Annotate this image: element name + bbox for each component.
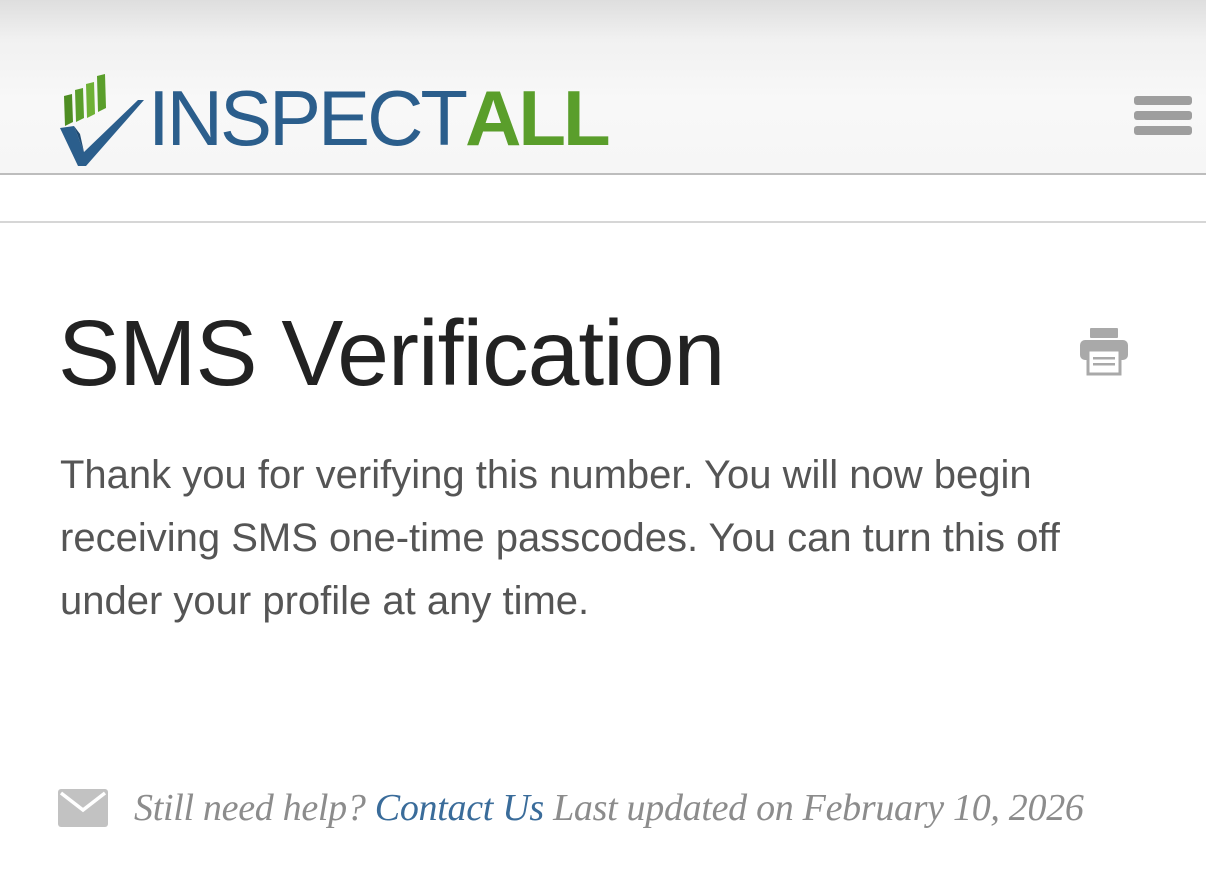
checkmark-bars-logo-icon <box>60 74 144 166</box>
logo-wordmark: INSPECTALL <box>148 79 611 157</box>
printer-icon-graphic <box>1080 328 1128 376</box>
footer-help-text: Still need help? Contact Us Last updated… <box>134 786 1084 830</box>
menu-bar <box>1134 96 1192 105</box>
inspectall-logo[interactable]: INSPECTALL <box>58 74 611 166</box>
help-prefix: Still need help? <box>134 787 366 829</box>
menu-bar <box>1134 126 1192 135</box>
breadcrumb-bar <box>0 175 1206 223</box>
verification-message: Thank you for verifying this number. You… <box>60 453 1060 623</box>
printer-icon[interactable] <box>1078 326 1130 376</box>
hamburger-menu-icon[interactable] <box>1134 96 1192 142</box>
contact-us-link[interactable]: Contact Us <box>375 787 544 829</box>
last-updated-date: February 10, 2026 <box>802 787 1084 829</box>
logo-text-inspect: INSPECT <box>148 74 468 162</box>
site-header: INSPECTALL <box>0 0 1206 175</box>
page-title: SMS Verification <box>58 301 725 405</box>
logo-text-all: ALL <box>465 74 611 162</box>
menu-bar <box>1134 111 1192 120</box>
page-footer: Still need help? Contact Us Last updated… <box>58 780 1198 836</box>
last-updated-label: Last updated on <box>553 787 794 829</box>
envelope-icon <box>58 789 108 827</box>
